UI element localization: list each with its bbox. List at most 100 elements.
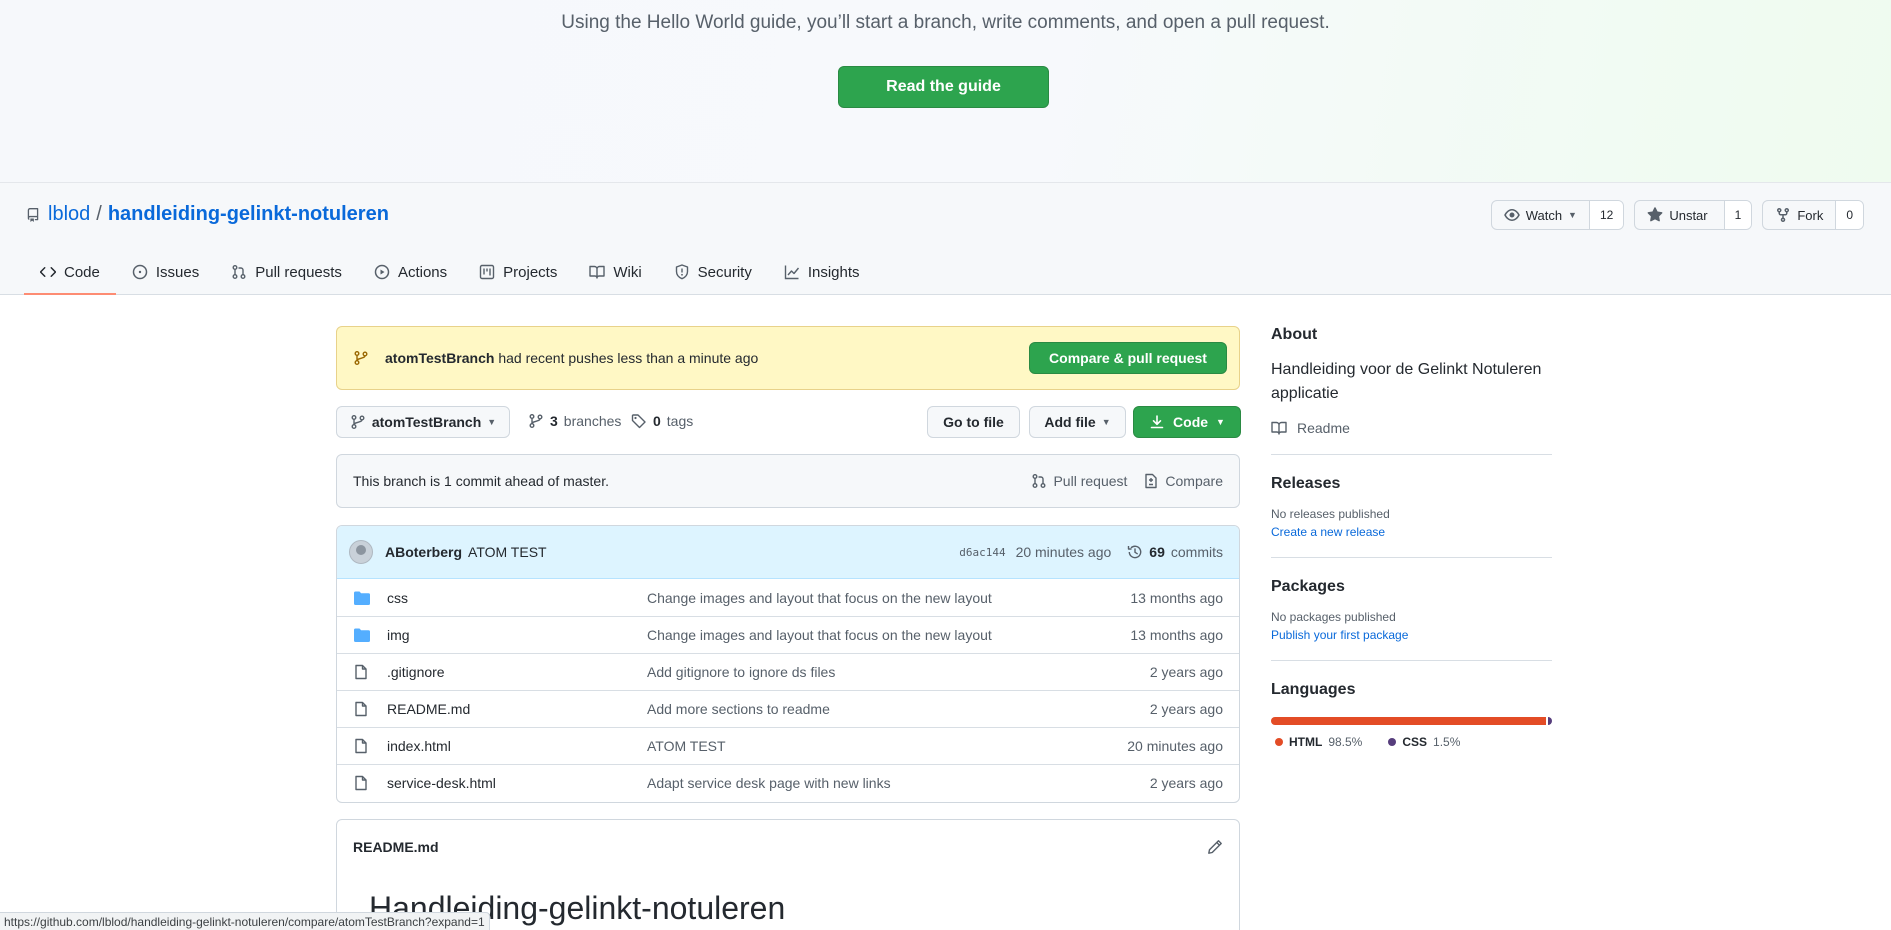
tab-projects[interactable]: Projects — [463, 249, 573, 295]
graph-icon — [784, 265, 799, 280]
tab-pull-requests[interactable]: Pull requests — [215, 249, 358, 295]
tab-wiki[interactable]: Wiki — [573, 249, 657, 295]
pull-request-icon — [1032, 474, 1046, 488]
tags-count: 0 — [653, 413, 661, 429]
file-list-box: ABoterberg ATOM TEST d6ac144 20 minutes … — [336, 525, 1240, 803]
file-commit-message-link[interactable]: Adapt service desk page with new links — [647, 775, 1150, 791]
publish-package-link[interactable]: Publish your first package — [1271, 628, 1552, 642]
unstar-button[interactable]: Unstar — [1635, 201, 1725, 229]
file-age: 13 months ago — [1130, 589, 1223, 606]
file-row[interactable]: img Change images and layout that focus o… — [337, 616, 1239, 653]
file-row-icon — [353, 627, 371, 643]
file-name-link[interactable]: service-desk.html — [387, 775, 647, 791]
read-guide-button[interactable]: Read the guide — [838, 66, 1049, 108]
code-button[interactable]: Code ▼ — [1133, 406, 1241, 438]
file-name-link[interactable]: index.html — [387, 738, 647, 754]
tags-link[interactable]: 0 tags — [631, 413, 693, 429]
fork-count[interactable]: 0 — [1836, 201, 1863, 229]
language-color-dot — [1275, 738, 1283, 746]
create-release-link[interactable]: Create a new release — [1271, 525, 1552, 539]
avatar[interactable] — [349, 540, 373, 564]
repo-sidebar: About Handleiding voor de Gelinkt Notule… — [1271, 326, 1552, 749]
commit-sha-link[interactable]: d6ac144 — [959, 546, 1005, 559]
tab-projects-label: Projects — [503, 263, 558, 281]
tab-issues[interactable]: Issues — [116, 249, 215, 295]
star-icon — [1647, 207, 1663, 222]
tab-security-label: Security — [697, 263, 752, 281]
repo-icon — [27, 207, 39, 222]
commit-message-link[interactable]: ATOM TEST — [468, 544, 959, 560]
chevron-down-icon: ▼ — [487, 417, 497, 427]
file-commit-message-link[interactable]: ATOM TEST — [647, 738, 1127, 754]
sidebar-divider — [1271, 660, 1552, 661]
readme-link[interactable]: Readme — [1271, 420, 1552, 436]
tab-actions[interactable]: Actions — [358, 249, 463, 295]
watch-button[interactable]: Watch ▼ — [1492, 201, 1590, 229]
banner-text: Using the Hello World guide, you’ll star… — [561, 12, 1330, 33]
compare-pull-request-button[interactable]: Compare & pull request — [1029, 342, 1227, 374]
file-age: 20 minutes ago — [1127, 738, 1223, 754]
chevron-down-icon: ▼ — [1568, 210, 1577, 220]
file-commit-message-link[interactable]: Change images and layout that focus on t… — [647, 627, 1130, 643]
file-row[interactable]: .gitignore Add gitignore to ignore ds fil… — [337, 653, 1239, 690]
file-row[interactable]: index.html ATOM TEST 20 minutes ago — [337, 727, 1239, 764]
fork-button[interactable]: Fork — [1763, 201, 1837, 229]
recent-push-branch[interactable]: atomTestBranch — [385, 350, 494, 366]
tab-insights[interactable]: Insights — [768, 249, 876, 295]
file-age: 13 months ago — [1130, 627, 1223, 643]
add-file-label: Add file — [1044, 414, 1096, 430]
compare-link[interactable]: Compare — [1143, 473, 1223, 489]
star-count[interactable]: 1 — [1724, 201, 1752, 229]
file-commit-message-link[interactable]: Add gitignore to ignore ds files — [647, 664, 1150, 680]
file-row[interactable]: service-desk.html Adapt service desk page… — [337, 764, 1239, 801]
repo-title: lblod / handleiding-gelinkt-notuleren — [26, 203, 389, 226]
releases-heading[interactable]: Releases — [1271, 475, 1552, 493]
compare-label: Compare — [1165, 473, 1223, 489]
branch-icon — [351, 415, 365, 429]
go-to-file-button[interactable]: Go to file — [927, 406, 1020, 438]
language-percent: 1.5% — [1433, 735, 1461, 749]
tag-icon — [631, 414, 646, 429]
add-file-button[interactable]: Add file ▼ — [1029, 406, 1126, 438]
branches-link[interactable]: 3 branches — [528, 413, 621, 429]
language-item[interactable]: CSS 1.5% — [1384, 735, 1460, 749]
branch-select-button[interactable]: atomTestBranch ▼ — [336, 406, 510, 438]
chevron-down-icon: ▼ — [1101, 417, 1111, 427]
commits-history-link[interactable]: 69 commits — [1127, 544, 1223, 560]
book-icon — [589, 265, 606, 279]
file-row[interactable]: css Change images and layout that focus o… — [337, 579, 1239, 616]
file-row[interactable]: README.md Add more sections to readme 2 ye… — [337, 690, 1239, 727]
file-row-icon — [353, 775, 371, 791]
repo-owner-link[interactable]: lblod — [48, 203, 90, 226]
code-icon — [40, 267, 56, 277]
file-commit-message-link[interactable]: Add more sections to readme — [647, 701, 1150, 717]
eye-icon — [1503, 209, 1520, 221]
commit-author-link[interactable]: ABoterberg — [385, 544, 462, 560]
tab-code[interactable]: Code — [24, 249, 116, 295]
pull-request-link[interactable]: Pull request — [1031, 473, 1127, 489]
repo-header: lblod / handleiding-gelinkt-notuleren Wa… — [0, 183, 1891, 295]
file-name-link[interactable]: .gitignore — [387, 664, 647, 680]
file-commit-message-link[interactable]: Change images and layout that focus on t… — [647, 590, 1130, 606]
pencil-icon[interactable] — [1207, 839, 1223, 855]
file-name-link[interactable]: css — [387, 590, 647, 606]
repo-name-link[interactable]: handleiding-gelinkt-notuleren — [108, 203, 389, 226]
watch-count[interactable]: 12 — [1589, 201, 1624, 229]
tab-security[interactable]: Security — [658, 249, 768, 295]
language-bar-segment — [1271, 717, 1546, 725]
readme-filename[interactable]: README.md — [353, 839, 1207, 855]
star-button-group: Unstar 1 — [1634, 200, 1753, 230]
file-age: 2 years ago — [1149, 775, 1223, 791]
tab-code-label: Code — [64, 263, 100, 281]
branches-label: branches — [563, 413, 622, 429]
tab-insights-label: Insights — [807, 263, 860, 281]
fork-button-group: Fork 0 — [1762, 200, 1864, 230]
file-name-link[interactable]: README.md — [387, 701, 647, 717]
tags-label: tags — [666, 413, 694, 429]
packages-heading[interactable]: Packages — [1271, 578, 1552, 596]
code-button-label: Code — [1173, 414, 1209, 430]
language-item[interactable]: HTML 98.5% — [1271, 735, 1362, 749]
language-bar — [1271, 717, 1552, 725]
file-name-link[interactable]: img — [387, 627, 647, 643]
language-name: HTML — [1289, 735, 1323, 749]
